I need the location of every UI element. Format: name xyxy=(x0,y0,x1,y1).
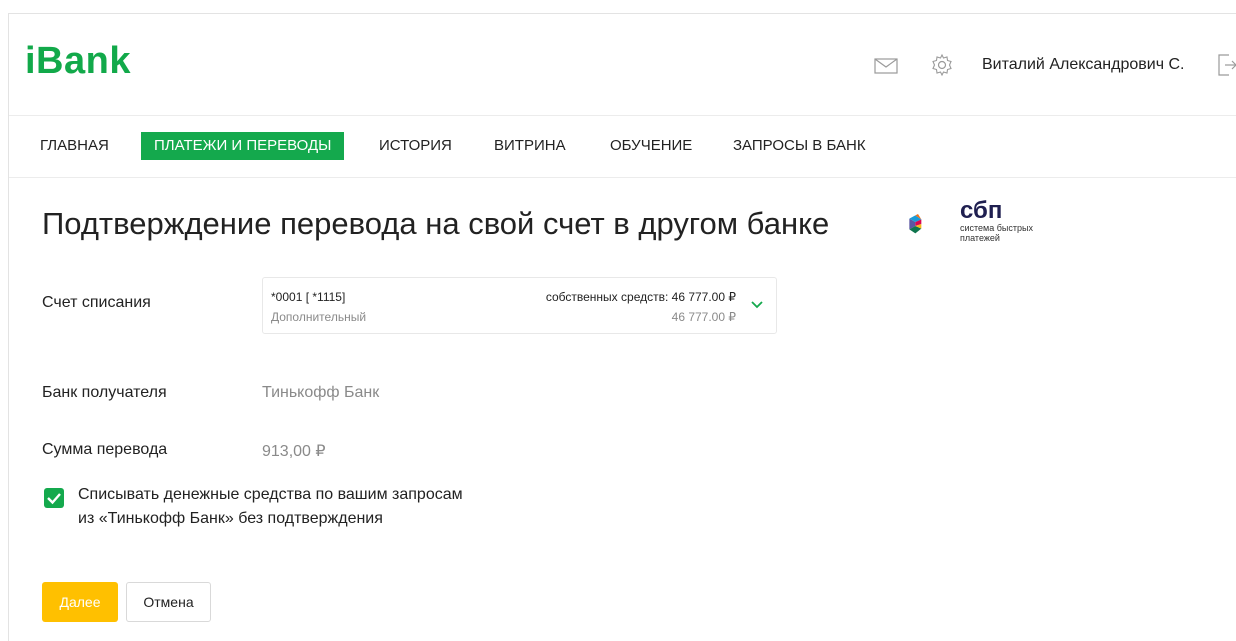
account-type: Дополнительный xyxy=(271,310,367,324)
nav-item-showcase[interactable]: Витрина xyxy=(481,132,579,160)
consent-text-line2: из «Тинькофф Банк» без подтверждения xyxy=(78,510,383,527)
sbp-word: сбп xyxy=(960,197,1003,224)
nav-item-payments[interactable]: Платежи и переводы xyxy=(141,132,345,160)
amount-label: Сумма перевода xyxy=(42,441,168,458)
account-select[interactable]: *0001 [ *1115] Дополнительный собственны… xyxy=(262,277,777,334)
account-own-funds: собственных средств: 46 777.00 ₽ xyxy=(545,290,736,304)
checkmark-icon xyxy=(47,493,61,505)
nav-item-home[interactable]: Главная xyxy=(27,132,122,160)
next-button[interactable]: Далее xyxy=(42,582,118,622)
cancel-button[interactable]: Отмена xyxy=(126,582,211,622)
gear-icon[interactable] xyxy=(930,53,954,77)
page-title: Подтверждение перевода на свой счет в др… xyxy=(42,206,830,241)
amount-value: 913,00 ₽ xyxy=(262,443,326,460)
consent-checkbox[interactable] xyxy=(44,488,64,508)
nav-item-learning[interactable]: Обучение xyxy=(597,132,705,160)
nav-item-bank-requests[interactable]: Запросы в банк xyxy=(720,132,879,160)
nav-item-history[interactable]: История xyxy=(366,132,465,160)
account-label: Счет списания xyxy=(42,294,151,311)
header: iBank Виталий Александрович С. xyxy=(9,14,1236,116)
consent-text: Списывать денежные средства по вашим зап… xyxy=(78,483,538,531)
chevron-down-icon[interactable] xyxy=(750,299,764,309)
account-number: *0001 [ *1115] xyxy=(271,290,346,304)
mail-icon[interactable] xyxy=(874,58,898,74)
consent-text-line1: Списывать денежные средства по вашим зап… xyxy=(78,486,463,503)
user-name[interactable]: Виталий Александрович С. xyxy=(982,56,1184,74)
recipient-bank-value: Тинькофф Банк xyxy=(262,384,380,401)
main-nav: Главная Платежи и переводы История Витри… xyxy=(9,116,1236,178)
sbp-logo-icon xyxy=(909,214,922,234)
exit-icon[interactable] xyxy=(1217,53,1236,77)
sbp-subtitle: система быстрых платежей xyxy=(960,223,1033,243)
account-balance: 46 777.00 ₽ xyxy=(671,310,736,324)
recipient-bank-label: Банк получателя xyxy=(42,384,167,401)
bank-logo[interactable]: iBank xyxy=(25,40,131,83)
